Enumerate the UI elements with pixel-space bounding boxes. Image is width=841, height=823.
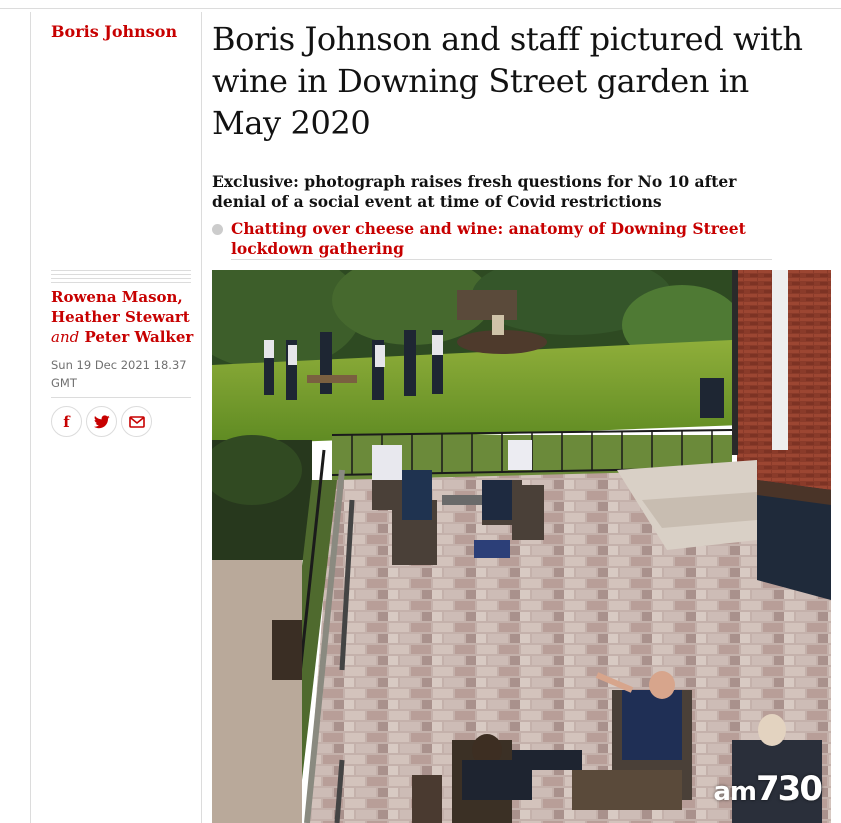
watermark-am: am <box>713 777 757 807</box>
section-label[interactable]: Boris Johnson <box>51 22 177 41</box>
share-buttons: f <box>51 406 152 437</box>
facebook-share-button[interactable]: f <box>51 406 82 437</box>
email-share-button[interactable] <box>121 406 152 437</box>
watermark: am730 <box>713 769 823 809</box>
related-link[interactable]: Chatting over cheese and wine: anatomy o… <box>231 219 772 260</box>
bullet-dot-icon <box>212 224 223 235</box>
article-photo: am730 <box>212 270 831 823</box>
author-link-1[interactable]: Rowena Mason, <box>51 288 183 306</box>
twitter-icon <box>93 414 110 428</box>
publish-date: Sun 19 Dec 2021 18.37 GMT <box>51 358 187 390</box>
byline-conjunction: and <box>51 328 80 346</box>
twitter-share-button[interactable] <box>86 406 117 437</box>
byline-rules <box>51 270 191 286</box>
author-link-2[interactable]: Heather Stewart <box>51 308 190 326</box>
date-rule <box>51 397 191 398</box>
headline: Boris Johnson and staff pictured with wi… <box>212 20 803 142</box>
garden-photo-illustration <box>212 270 831 823</box>
email-icon <box>128 415 145 428</box>
author-link-3[interactable]: Peter Walker <box>84 328 193 346</box>
facebook-icon: f <box>63 412 70 431</box>
related-link-item: Chatting over cheese and wine: anatomy o… <box>212 219 772 260</box>
top-rule <box>0 8 841 9</box>
column-divider-right <box>201 12 202 823</box>
standfirst: Exclusive: photograph raises fresh quest… <box>212 172 737 211</box>
byline: Rowena Mason, Heather Stewart and Peter … <box>51 287 201 347</box>
watermark-number: 730 <box>756 769 823 809</box>
column-divider-left <box>30 12 31 823</box>
